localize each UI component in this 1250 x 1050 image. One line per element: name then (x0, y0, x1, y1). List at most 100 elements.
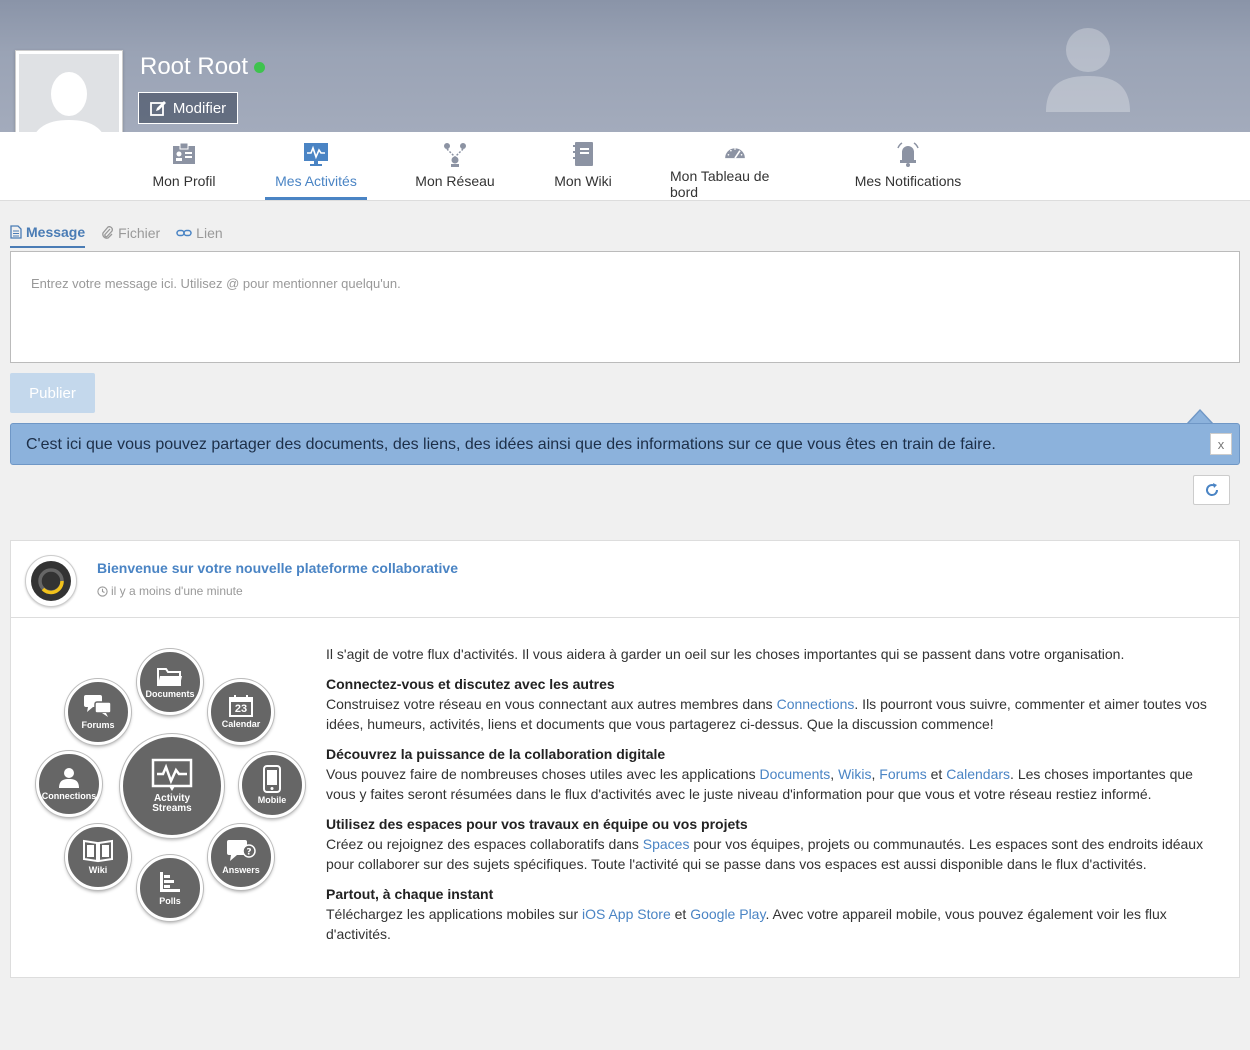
connections-label: Connections (41, 791, 97, 801)
text-fragment: et (926, 766, 947, 782)
chat-bubbles-icon (84, 695, 112, 717)
share-tip: C'est ici que vous pouvez partager des d… (10, 423, 1240, 465)
text-fragment: Téléchargez les applications mobiles sur (326, 906, 583, 922)
activity-streams-label-2: Streams (152, 803, 192, 814)
google-play-link[interactable]: Google Play (690, 906, 765, 922)
section-title: Découvrez la puissance de la collaborati… (326, 746, 666, 762)
section-text: Construisez votre réseau en vous connect… (326, 694, 1226, 734)
text-fragment: Vous pouvez faire de nombreuses choses u… (326, 766, 760, 782)
network-icon (444, 143, 466, 167)
activity-icon (151, 758, 193, 791)
composer-tab-lien[interactable]: Lien (176, 224, 223, 248)
wikis-link[interactable]: Wikis (838, 766, 871, 782)
mobile-circle: Mobile (239, 752, 305, 818)
tab-label: Mes Activités (275, 173, 357, 189)
text-fragment: , (830, 766, 839, 782)
activity-intro: Il s'agit de votre flux d'activités. Il … (326, 646, 1125, 662)
section-title: Utilisez des espaces pour vos travaux en… (326, 816, 748, 832)
edit-icon (149, 100, 166, 116)
composer-tab-label: Fichier (118, 225, 161, 241)
activity-avatar[interactable] (25, 555, 77, 607)
tab-label: Mon Réseau (415, 173, 495, 189)
composer-tab-fichier[interactable]: Fichier (101, 224, 160, 248)
section-text: Téléchargez les applications mobiles sur… (326, 904, 1226, 944)
paperclip-icon (102, 226, 114, 239)
text-fragment: Construisez votre réseau en vous connect… (326, 696, 777, 712)
calendar-label: Calendar (221, 719, 261, 729)
online-status-icon (254, 62, 265, 73)
tab-mon-profil[interactable]: Mon Profil (148, 132, 220, 200)
documents-label: Documents (145, 689, 195, 699)
person-icon (59, 768, 79, 788)
section-text: Vous pouvez faire de nombreuses choses u… (326, 764, 1226, 804)
user-silhouette-icon (1046, 28, 1130, 112)
answers-label: Answers (222, 865, 260, 875)
edit-profile-button[interactable]: Modifier (138, 92, 238, 124)
clock-icon (97, 585, 108, 597)
calendar-circle: 23 Calendar (208, 679, 274, 745)
activity-card: Bienvenue sur votre nouvelle plateforme … (10, 540, 1240, 978)
bar-chart-icon (160, 872, 180, 892)
section-title: Partout, à chaque instant (326, 886, 494, 902)
question-bubble-icon: ? (227, 840, 256, 861)
tab-label: Mon Wiki (554, 173, 612, 189)
spaces-link[interactable]: Spaces (643, 836, 690, 852)
wiki-icon (573, 142, 593, 166)
forums-circle: Forums (65, 679, 131, 745)
user-name: Root Root (140, 53, 249, 80)
book-icon (83, 839, 113, 863)
refresh-button[interactable] (1193, 475, 1230, 505)
close-tip-button[interactable]: x (1210, 433, 1232, 455)
activity-icon (304, 143, 328, 166)
profile-icon (173, 142, 195, 164)
composer-tab-message[interactable]: Message (10, 224, 86, 248)
tab-label: Mes Notifications (854, 173, 962, 189)
activity-body: Il s'agit de votre flux d'activités. Il … (326, 644, 1226, 954)
polls-label: Polls (159, 896, 181, 906)
text-fragment: et (670, 906, 691, 922)
apps-diagram: Activity Streams Documents 23 Calendar F… (36, 641, 316, 931)
refresh-icon (1205, 483, 1218, 496)
connections-link[interactable]: Connections (777, 696, 855, 712)
wiki-circle: Wiki (65, 824, 131, 890)
forums-link[interactable]: Forums (879, 766, 926, 782)
message-placeholder: Entrez votre message ici. Utilisez @ pou… (31, 276, 401, 291)
ios-app-store-link[interactable]: iOS App Store (582, 906, 671, 922)
composer-tab-label: Message (26, 224, 86, 240)
calendars-link[interactable]: Calendars (946, 766, 1010, 782)
activity-time-label: il y a moins d'une minute (111, 584, 243, 598)
documents-circle: Documents (137, 649, 203, 715)
share-tip-text: C'est ici que vous pouvez partager des d… (26, 436, 996, 453)
polls-circle: Polls (137, 855, 203, 921)
profile-nav: Mon Profil Mes Activités Mon Réseau Mon … (0, 132, 1250, 201)
tab-label: Mon Tableau de bord (670, 168, 770, 200)
composer-tab-label: Lien (196, 225, 223, 241)
publish-button[interactable]: Publier (10, 373, 95, 413)
tab-mon-wiki[interactable]: Mon Wiki (550, 132, 616, 200)
svg-text:?: ? (246, 848, 251, 858)
tab-label: Mon Profil (152, 173, 216, 189)
tab-mon-tableau-de-bord[interactable]: Mon Tableau de bord (670, 132, 800, 200)
tab-mon-reseau[interactable]: Mon Réseau (412, 132, 498, 200)
platform-logo-icon (31, 561, 71, 601)
message-input[interactable]: Entrez votre message ici. Utilisez @ pou… (10, 251, 1240, 363)
section-title: Connectez-vous et discutez avec les autr… (326, 676, 615, 692)
folder-icon (157, 668, 182, 686)
tab-mes-notifications[interactable]: Mes Notifications (852, 132, 964, 200)
calendar-day: 23 (234, 703, 248, 715)
tab-mes-activites[interactable]: Mes Activités (265, 132, 367, 200)
wiki-label: Wiki (88, 865, 108, 875)
link-icon (176, 229, 192, 237)
mobile-label: Mobile (257, 795, 287, 805)
activity-header: Bienvenue sur votre nouvelle plateforme … (11, 541, 1239, 618)
close-icon: x (1217, 436, 1225, 452)
activity-streams-circle: Activity Streams (120, 734, 224, 838)
activity-time: il y a moins d'une minute (97, 584, 243, 598)
mobile-phone-icon (263, 765, 281, 793)
forums-label: Forums (81, 720, 115, 730)
notification-icon (897, 142, 919, 167)
documents-link[interactable]: Documents (759, 766, 830, 782)
dashboard-icon (725, 148, 745, 159)
text-fragment: Créez ou rejoignez des espaces collabora… (326, 836, 643, 852)
activity-title[interactable]: Bienvenue sur votre nouvelle plateforme … (97, 560, 458, 576)
